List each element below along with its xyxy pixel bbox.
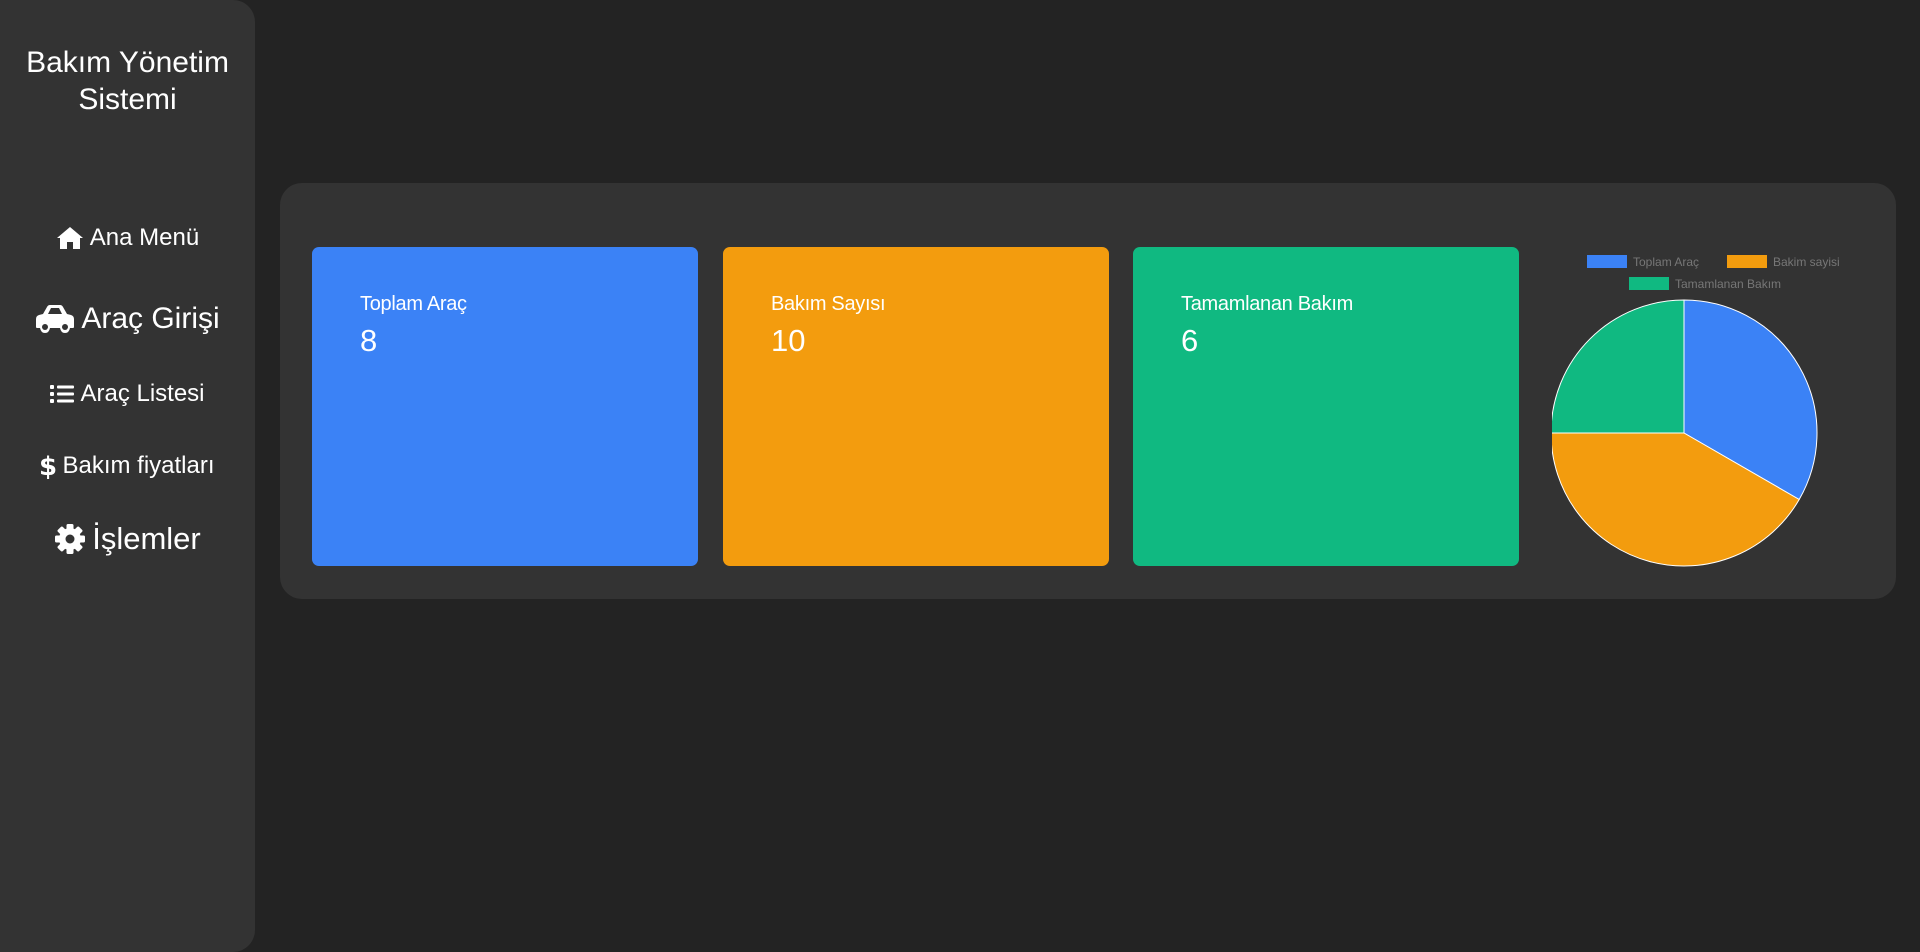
- gear-icon: [55, 524, 86, 554]
- stat-card-toplam-arac: Toplam Araç 8: [312, 247, 698, 566]
- nav-bakim-fiyatlari[interactable]: $ Bakım fiyatları: [0, 446, 255, 486]
- legend-swatch[interactable]: [1727, 255, 1767, 268]
- legend-swatch[interactable]: [1629, 277, 1669, 290]
- stat-title: Tamamlanan Bakım: [1181, 293, 1353, 315]
- pie-slice-3[interactable]: [1552, 299, 1685, 434]
- dollar-icon: $: [40, 452, 56, 480]
- nav-islemler[interactable]: İşlemler: [0, 516, 255, 562]
- app-title: Bakım Yönetim Sistemi: [26, 46, 229, 116]
- stat-value: 6: [1181, 323, 1199, 358]
- stat-card-tamamlanan-bakim: Tamamlanan Bakım 6: [1133, 247, 1519, 566]
- stat-value: 10: [771, 323, 806, 358]
- nav-label: Araç Listesi: [80, 380, 205, 407]
- legend-swatch[interactable]: [1587, 255, 1627, 268]
- dashboard-panel: Toplam Araç 8 Bakım Sayısı 10 Tamamlanan…: [280, 183, 1896, 599]
- nav-ana-menu[interactable]: Ana Menü: [0, 218, 255, 258]
- list-icon: [50, 385, 75, 403]
- nav-label: Araç Girişi: [81, 302, 220, 335]
- nav-arac-listesi[interactable]: Araç Listesi: [0, 374, 255, 414]
- stat-value: 8: [360, 323, 378, 358]
- stat-card-bakim-sayisi: Bakım Sayısı 10: [723, 247, 1109, 566]
- stat-title: Bakım Sayısı: [771, 293, 886, 315]
- stat-title: Toplam Araç: [360, 293, 467, 315]
- sidebar: Bakım Yönetim Sistemi Ana Menü Araç Giri…: [0, 0, 255, 952]
- nav-label: İşlemler: [92, 521, 201, 556]
- home-icon: [56, 227, 83, 249]
- pie-chart: Toplam Araç Bakim sayisi Tamamlanan Bakım: [1552, 255, 1840, 567]
- car-icon: [36, 305, 75, 333]
- legend-label[interactable]: Toplam Araç: [1633, 255, 1699, 269]
- svg-text:$: $: [40, 452, 56, 480]
- legend-label[interactable]: Tamamlanan Bakım: [1675, 277, 1781, 291]
- nav-label: Bakım fiyatları: [62, 452, 215, 479]
- nav-arac-girisi[interactable]: Araç Girişi: [0, 297, 255, 341]
- nav-label: Ana Menü: [89, 224, 200, 251]
- legend-label[interactable]: Bakim sayisi: [1773, 255, 1840, 269]
